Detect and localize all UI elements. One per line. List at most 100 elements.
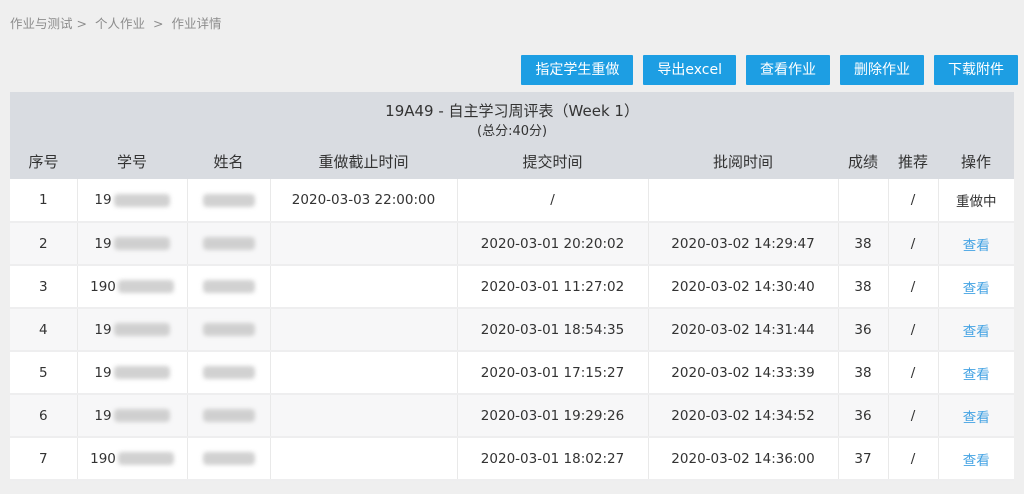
redacted-student-id [114, 194, 170, 207]
redacted-student-name [203, 237, 255, 250]
table-row: 5 19 2020-03-01 17:15:27 2020-03-02 14:3… [10, 351, 1014, 394]
redacted-student-name [203, 280, 255, 293]
table-title: 19A49 - 自主学习周评表（Week 1） [10, 101, 1014, 122]
view-link[interactable]: 查看 [963, 238, 990, 254]
cell-score: 38 [838, 265, 888, 308]
redacted-student-name [203, 323, 255, 336]
cell-submit-time: 2020-03-01 19:29:26 [457, 394, 648, 437]
col-header-review-time: 批阅时间 [648, 143, 838, 179]
cell-score [838, 179, 888, 222]
cell-seq: 6 [10, 394, 77, 437]
cell-action: 查看 [938, 265, 1014, 308]
cell-name [187, 179, 270, 222]
redacted-student-name [203, 366, 255, 379]
page: 作业与测试> 个人作业 > 作业详情 指定学生重做 导出excel 查看作业 删… [0, 0, 1024, 494]
student-id-visible-prefix: 19 [94, 408, 111, 424]
cell-action: 重做中 [938, 179, 1014, 222]
export-excel-button[interactable]: 导出excel [643, 55, 736, 85]
table-row: 3 190 2020-03-01 11:27:02 2020-03-02 14:… [10, 265, 1014, 308]
cell-action: 查看 [938, 308, 1014, 351]
cell-redo-deadline [270, 394, 457, 437]
cell-review-time: 2020-03-02 14:34:52 [648, 394, 838, 437]
table-row: 7 190 2020-03-01 18:02:27 2020-03-02 14:… [10, 437, 1014, 480]
download-attachment-button[interactable]: 下载附件 [934, 55, 1018, 85]
redacted-student-id [114, 366, 170, 379]
redacted-student-id [118, 452, 174, 465]
breadcrumb-separator: > [153, 16, 163, 31]
redo-in-progress-status: 重做中 [956, 194, 997, 210]
homework-table: 19A49 - 自主学习周评表（Week 1） (总分:40分) 序号 学号 姓… [10, 92, 1014, 481]
cell-seq: 3 [10, 265, 77, 308]
breadcrumb-item-homework-and-tests[interactable]: 作业与测试 [10, 16, 73, 31]
cell-student-id: 19 [77, 351, 187, 394]
cell-name [187, 308, 270, 351]
col-header-submit-time: 提交时间 [457, 143, 648, 179]
cell-student-id: 190 [77, 437, 187, 480]
cell-student-id: 19 [77, 394, 187, 437]
student-id-visible-prefix: 19 [94, 365, 111, 381]
cell-redo-deadline [270, 265, 457, 308]
cell-name [187, 265, 270, 308]
redacted-student-name [203, 194, 255, 207]
cell-review-time [648, 179, 838, 222]
col-header-action: 操作 [938, 143, 1014, 179]
cell-score: 37 [838, 437, 888, 480]
cell-name [187, 437, 270, 480]
cell-redo-deadline [270, 437, 457, 480]
redacted-student-name [203, 409, 255, 422]
cell-redo-deadline [270, 222, 457, 265]
student-id-visible-prefix: 19 [94, 322, 111, 338]
assign-student-redo-button[interactable]: 指定学生重做 [521, 55, 633, 85]
breadcrumb-item-personal-homework[interactable]: 个人作业 [95, 16, 145, 31]
cell-score: 38 [838, 351, 888, 394]
table-subtitle: (总分:40分) [10, 122, 1014, 143]
cell-submit-time: 2020-03-01 11:27:02 [457, 265, 648, 308]
view-link[interactable]: 查看 [963, 367, 990, 383]
cell-submit-time: 2020-03-01 18:54:35 [457, 308, 648, 351]
student-id-visible-prefix: 190 [90, 451, 116, 467]
col-header-redo-deadline: 重做截止时间 [270, 143, 457, 179]
col-header-recommend: 推荐 [888, 143, 938, 179]
breadcrumb-item-homework-detail: 作业详情 [171, 16, 221, 31]
col-header-score: 成绩 [838, 143, 888, 179]
view-link[interactable]: 查看 [963, 410, 990, 426]
col-header-name: 姓名 [187, 143, 270, 179]
cell-recommend: / [888, 308, 938, 351]
view-link[interactable]: 查看 [963, 453, 990, 469]
view-homework-button[interactable]: 查看作业 [746, 55, 830, 85]
cell-seq: 5 [10, 351, 77, 394]
cell-review-time: 2020-03-02 14:33:39 [648, 351, 838, 394]
toolbar: 指定学生重做 导出excel 查看作业 删除作业 下载附件 [521, 55, 1018, 85]
cell-recommend: / [888, 222, 938, 265]
cell-action: 查看 [938, 394, 1014, 437]
delete-homework-button[interactable]: 删除作业 [840, 55, 924, 85]
cell-score: 36 [838, 308, 888, 351]
cell-review-time: 2020-03-02 14:31:44 [648, 308, 838, 351]
view-link[interactable]: 查看 [963, 281, 990, 297]
cell-recommend: / [888, 394, 938, 437]
table-row: 2 19 2020-03-01 20:20:02 2020-03-02 14:2… [10, 222, 1014, 265]
cell-redo-deadline [270, 308, 457, 351]
redacted-student-name [203, 452, 255, 465]
cell-redo-deadline [270, 351, 457, 394]
redacted-student-id [118, 280, 174, 293]
student-id-visible-prefix: 19 [94, 236, 111, 252]
cell-name [187, 351, 270, 394]
cell-seq: 2 [10, 222, 77, 265]
cell-score: 38 [838, 222, 888, 265]
table-row: 4 19 2020-03-01 18:54:35 2020-03-02 14:3… [10, 308, 1014, 351]
cell-submit-time: / [457, 179, 648, 222]
student-id-visible-prefix: 19 [94, 192, 111, 208]
table-title-row: 19A49 - 自主学习周评表（Week 1） (总分:40分) [10, 92, 1014, 143]
cell-seq: 4 [10, 308, 77, 351]
cell-student-id: 19 [77, 308, 187, 351]
col-header-student-id: 学号 [77, 143, 187, 179]
cell-action: 查看 [938, 437, 1014, 480]
cell-recommend: / [888, 351, 938, 394]
table-body: 1 19 2020-03-03 22:00:00 / / 重做中 2 19 20… [10, 179, 1014, 480]
cell-student-id: 190 [77, 265, 187, 308]
table-row: 1 19 2020-03-03 22:00:00 / / 重做中 [10, 179, 1014, 222]
cell-action: 查看 [938, 222, 1014, 265]
view-link[interactable]: 查看 [963, 324, 990, 340]
cell-recommend: / [888, 179, 938, 222]
